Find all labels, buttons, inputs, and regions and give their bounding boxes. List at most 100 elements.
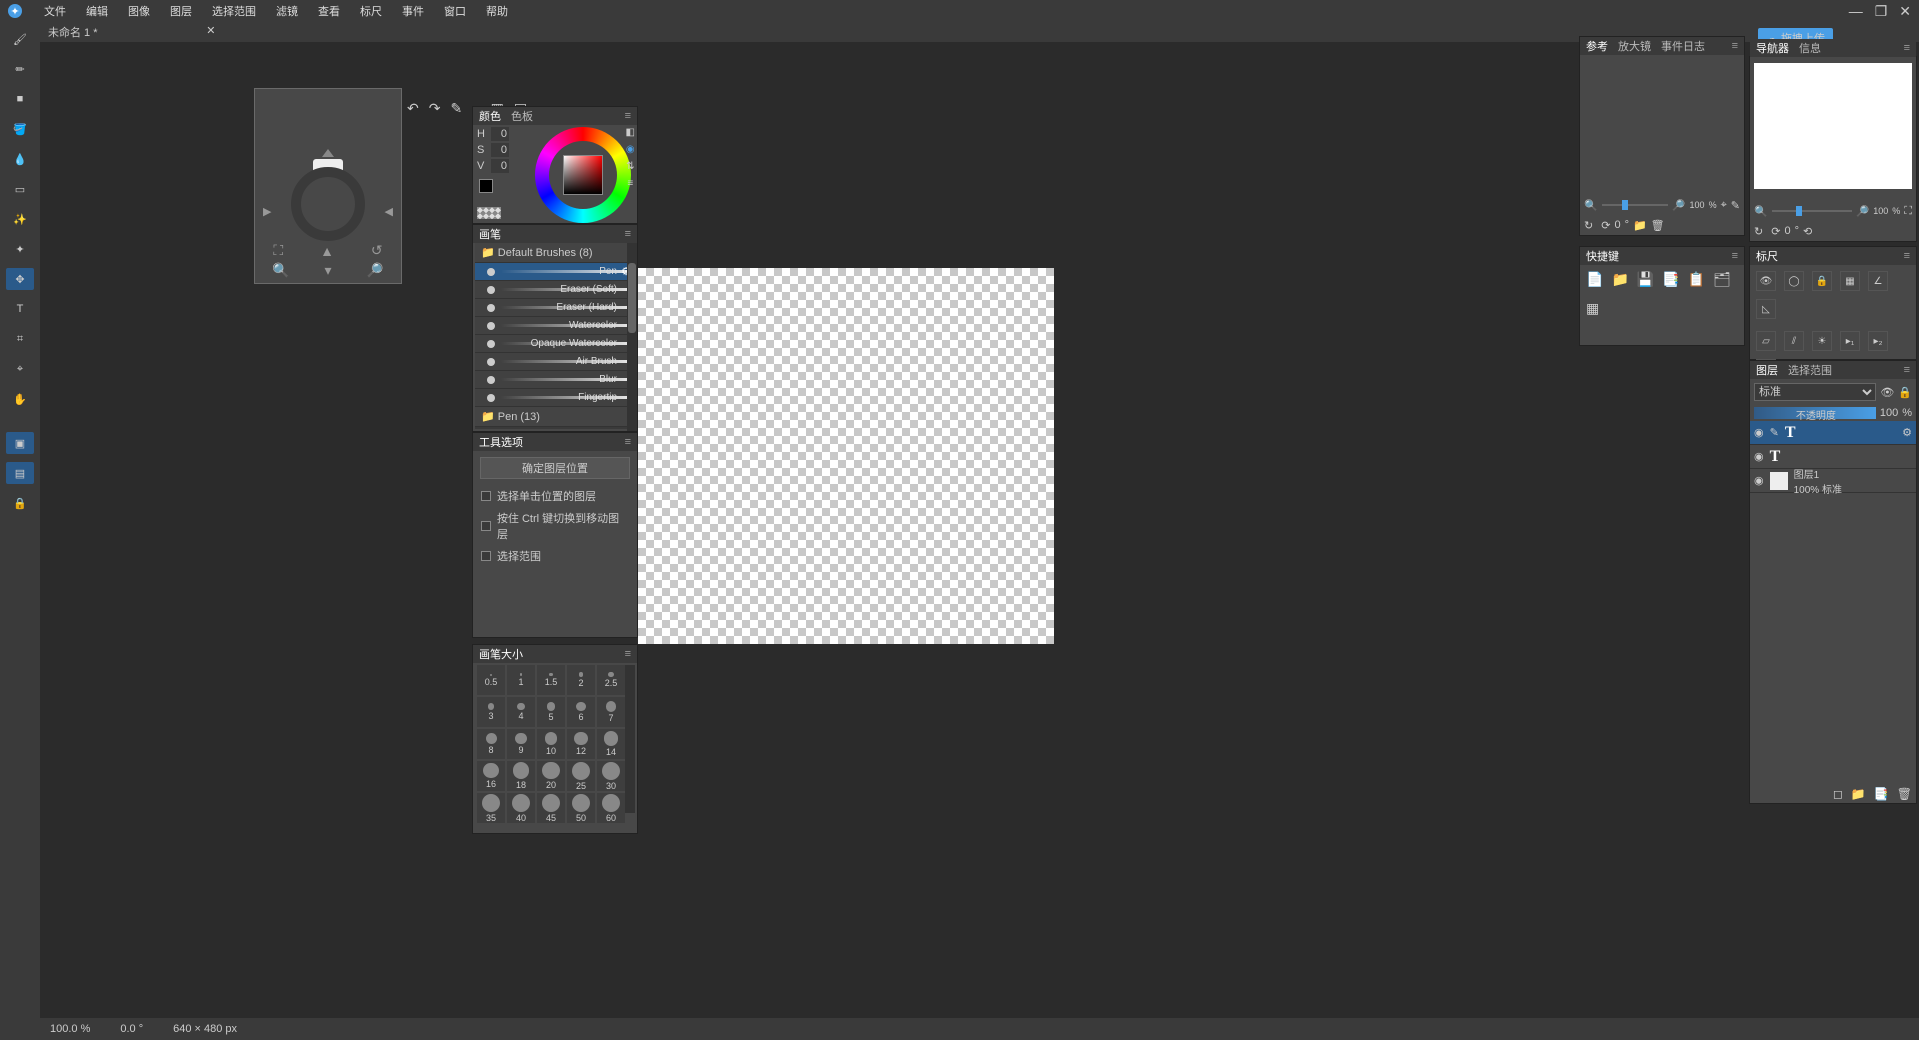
tool-brush[interactable]: 🖌 bbox=[6, 28, 34, 50]
s-value[interactable]: 0 bbox=[491, 143, 509, 157]
option-selection[interactable]: 选择范围 bbox=[473, 545, 637, 567]
tool-wand[interactable]: ✨ bbox=[6, 208, 34, 230]
brush-size-cell[interactable]: 6 bbox=[567, 697, 595, 727]
menu-layer[interactable]: 图层 bbox=[160, 0, 202, 22]
panel-menu-icon[interactable]: ≡ bbox=[1904, 250, 1910, 262]
tool-sparkle[interactable]: ✦ bbox=[6, 238, 34, 260]
zoom-out-icon[interactable]: 🔍 bbox=[1584, 199, 1598, 212]
ruler-grid-icon[interactable]: ▦ bbox=[1840, 271, 1860, 291]
layer-visibility-icon[interactable]: ◉ bbox=[1754, 450, 1764, 463]
menu-scale[interactable]: 标尺 bbox=[350, 0, 392, 22]
ref-zoom-value[interactable]: 100 bbox=[1690, 200, 1705, 210]
rotate-icon[interactable]: ↻ bbox=[1584, 219, 1593, 232]
ref-tab[interactable]: 参考 bbox=[1586, 38, 1608, 54]
brush-size-cell[interactable]: 16 bbox=[477, 761, 505, 791]
nav-rotate-icon[interactable]: ↻ bbox=[1754, 225, 1763, 238]
redo-icon[interactable]: ↷ bbox=[429, 100, 441, 117]
blend-mode-select[interactable]: 标准 bbox=[1754, 383, 1876, 401]
tool-lock-icon[interactable]: 🔒 bbox=[6, 492, 34, 514]
sc-new-icon[interactable]: 📄 bbox=[1586, 271, 1603, 288]
tool-text[interactable]: T bbox=[6, 298, 34, 320]
layer-visibility-icon[interactable]: ◉ bbox=[1754, 426, 1764, 439]
brush-size-cell[interactable]: 8 bbox=[477, 729, 505, 759]
brush-size-cell[interactable]: 2.5 bbox=[597, 665, 625, 695]
ruler-tri-icon[interactable]: ◺ bbox=[1756, 299, 1776, 319]
ruler-eye-icon[interactable]: 👁 bbox=[1756, 271, 1776, 291]
brush-size-cell[interactable]: 50 bbox=[567, 793, 595, 823]
document-tab[interactable]: 未命名 1 * ✕ bbox=[40, 22, 106, 42]
nav-zoom-value[interactable]: 100 bbox=[1873, 206, 1888, 216]
brush-mode-icon[interactable]: ✎ bbox=[450, 100, 462, 117]
ruler-p1-icon[interactable]: ▸₁ bbox=[1840, 331, 1860, 351]
nav-reset-icon[interactable]: ↺ bbox=[371, 242, 383, 259]
navigation-popup[interactable]: ▶ ◀ ⛶ ▲ ↺ 🔍 ▾ 🔎 bbox=[254, 88, 402, 284]
color-list-icon[interactable]: ≡ bbox=[627, 178, 633, 189]
size-scrollbar[interactable] bbox=[625, 665, 635, 813]
layer-visibility-icon[interactable]: ◉ bbox=[1754, 474, 1764, 487]
color-swap-icon[interactable]: ⇅ bbox=[626, 161, 634, 172]
ruler-lock-icon[interactable]: 🔒 bbox=[1812, 271, 1832, 291]
zoom-in-icon[interactable]: 🔎 bbox=[1672, 199, 1686, 212]
layer-item[interactable]: ◉图层1100% 标准 bbox=[1750, 469, 1916, 493]
nav-rotate-reset-icon[interactable]: ⟳ bbox=[1771, 225, 1780, 238]
layer-visible-icon[interactable]: 👁 bbox=[1880, 386, 1894, 399]
tool-move[interactable]: ✥ bbox=[6, 268, 34, 290]
ruler-ellipse-icon[interactable]: ◯ bbox=[1784, 271, 1804, 291]
ref-angle-value[interactable]: 0 bbox=[1614, 219, 1620, 231]
swatch-tab[interactable]: 色板 bbox=[511, 108, 533, 124]
brush-size-cell[interactable]: 12 bbox=[567, 729, 595, 759]
brush-item[interactable]: Eraser (Hard) bbox=[475, 299, 635, 317]
layer-settings-icon[interactable]: ⚙ bbox=[1902, 426, 1912, 439]
eyedrop-icon[interactable]: ⌖ bbox=[1721, 199, 1727, 212]
layer-tab[interactable]: 图层 bbox=[1756, 362, 1778, 378]
brush-size-cell[interactable]: 45 bbox=[537, 793, 565, 823]
panel-menu-icon[interactable]: ≡ bbox=[625, 110, 631, 122]
opacity-slider[interactable]: 不透明度 bbox=[1754, 407, 1876, 419]
brush-size-cell[interactable]: 60 bbox=[597, 793, 625, 823]
layer-edit-icon[interactable]: ✎ bbox=[1770, 426, 1779, 439]
ruler-lines-icon[interactable]: ⫽ bbox=[1784, 331, 1804, 351]
brush-size-cell[interactable]: 2 bbox=[567, 665, 595, 695]
sc-layers-icon[interactable]: 🗂 bbox=[1713, 271, 1731, 288]
brush-size-cell[interactable]: 10 bbox=[537, 729, 565, 759]
nav-marker-up-icon[interactable]: ▲ bbox=[320, 243, 334, 259]
new-folder-icon[interactable]: 📁 bbox=[1851, 787, 1866, 801]
brush-group-pen[interactable]: 📁 Pen (13) bbox=[475, 407, 635, 427]
nav-arrow-left-icon[interactable]: ▶ bbox=[263, 205, 271, 218]
panel-menu-icon[interactable]: ≡ bbox=[625, 648, 631, 660]
brush-item[interactable]: Eraser (Soft) bbox=[475, 281, 635, 299]
menu-event[interactable]: 事件 bbox=[392, 0, 434, 22]
option-ctrl-move[interactable]: 按住 Ctrl 键切换到移动图层 bbox=[473, 507, 637, 545]
tool-eyedropper[interactable]: ⌖ bbox=[6, 358, 34, 380]
panel-menu-icon[interactable]: ≡ bbox=[1904, 42, 1910, 54]
new-layer-icon[interactable]: ◻ bbox=[1833, 787, 1843, 801]
brush-item[interactable]: Fingertip bbox=[475, 389, 635, 407]
layer-item[interactable]: ◉✎T⚙ bbox=[1750, 421, 1916, 445]
brush-scrollbar[interactable] bbox=[627, 243, 637, 431]
foreground-color[interactable] bbox=[479, 179, 493, 193]
brush-item[interactable]: Blur bbox=[475, 371, 635, 389]
brush-size-cell[interactable]: 1 bbox=[507, 665, 535, 695]
brush-size-cell[interactable]: 30 bbox=[597, 761, 625, 791]
ruler-radial-icon[interactable]: ☀ bbox=[1812, 331, 1832, 351]
rotate-reset-icon[interactable]: ⟳ bbox=[1601, 219, 1610, 232]
menu-help[interactable]: 帮助 bbox=[476, 0, 518, 22]
brush-size-cell[interactable]: 4 bbox=[507, 697, 535, 727]
brush-size-cell[interactable]: 35 bbox=[477, 793, 505, 823]
brush-size-cell[interactable]: 7 bbox=[597, 697, 625, 727]
tool-rect[interactable]: ■ bbox=[6, 88, 34, 110]
color-tab[interactable]: 颜色 bbox=[479, 108, 501, 124]
event-log-tab[interactable]: 事件日志 bbox=[1661, 38, 1705, 54]
sc-paste-icon[interactable]: 📋 bbox=[1688, 271, 1705, 288]
canvas[interactable] bbox=[638, 268, 1054, 644]
delete-layer-icon[interactable]: 🗑 bbox=[1897, 787, 1912, 801]
nav-arrow-right-icon[interactable]: ◀ bbox=[385, 205, 393, 218]
nav-zoom-out-icon[interactable]: 🔍 bbox=[272, 262, 289, 279]
brush-item[interactable]: Watercolor bbox=[475, 317, 635, 335]
panel-menu-icon[interactable]: ≡ bbox=[1732, 40, 1738, 52]
menu-view[interactable]: 查看 bbox=[308, 0, 350, 22]
sc-grid-icon[interactable]: ▦ bbox=[1586, 300, 1599, 317]
brush-panel-title[interactable]: 画笔 bbox=[479, 226, 501, 242]
brush-item[interactable]: Air Brush bbox=[475, 353, 635, 371]
tool-crop[interactable]: ⌗ bbox=[6, 328, 34, 350]
